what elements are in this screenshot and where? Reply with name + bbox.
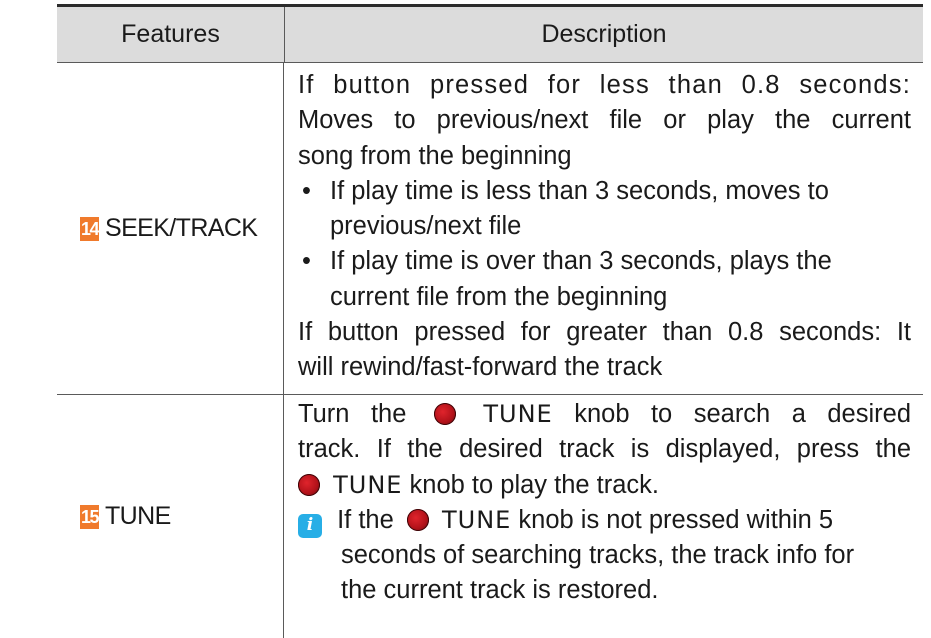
item-number-badge: 14	[80, 216, 100, 241]
bullet-item: • If play time is less than 3 seconds, m…	[298, 174, 911, 245]
feature-cell: 15 TUNE	[57, 395, 284, 638]
tune-label: TUNE	[333, 470, 403, 499]
features-table: Features Description 14 SEEK/TRACK If bu…	[57, 4, 923, 638]
header-description: Description	[541, 20, 667, 48]
description-line: If button pressed for greater than 0.8 s…	[298, 318, 911, 347]
description-line: track. If the desired track is displayed…	[298, 435, 911, 464]
description-line: If button pressed for less than 0.8 seco…	[298, 71, 911, 99]
info-icon: i	[298, 513, 322, 538]
table-header: Features Description	[57, 7, 923, 63]
description-cell: Turn the TUNE knob to search a desired t…	[284, 395, 923, 638]
item-number-badge: 15	[80, 504, 100, 529]
note-line: the current track is restored.	[341, 576, 659, 605]
feature-cell: 14 SEEK/TRACK	[57, 63, 284, 394]
description-line: TUNE knob to play the track.	[298, 468, 911, 503]
table-row: 15 TUNE Turn the TUNE knob to search a d…	[57, 395, 923, 638]
bullet-text: If play time is less than 3 seconds, mov…	[330, 176, 829, 241]
header-features: Features	[57, 7, 285, 62]
bullet-text: If play time is over than 3 seconds, pla…	[330, 247, 832, 311]
tune-knob-icon	[433, 403, 456, 425]
note-line: seconds of searching tracks, the track i…	[341, 541, 855, 570]
bullet-item: • If play time is over than 3 seconds, p…	[298, 244, 911, 315]
description-line: will rewind/fast-forward the track	[298, 353, 663, 382]
feature-name: SEEK/TRACK	[105, 214, 258, 242]
text-fragment: knob to play the track.	[409, 470, 660, 499]
text-fragment: knob is not pressed within 5	[518, 505, 834, 534]
text-fragment: If the	[337, 505, 394, 534]
description-line: Moves to previous/next file or play the …	[298, 106, 911, 135]
table-row: 14 SEEK/TRACK If button pressed for less…	[57, 63, 923, 395]
description-cell: If button pressed for less than 0.8 seco…	[284, 63, 923, 394]
bullet-dot: •	[302, 247, 311, 276]
feature-name: TUNE	[105, 502, 171, 530]
description-line: Turn the TUNE knob to search a desired	[298, 397, 911, 432]
tune-knob-icon	[298, 473, 320, 496]
bullet-dot: •	[302, 176, 311, 205]
text-fragment: Turn the	[298, 400, 407, 428]
tune-label: TUNE	[441, 505, 512, 534]
description-line: song from the beginning	[298, 141, 572, 170]
text-fragment: knob to search a desired	[574, 400, 911, 428]
tune-label: TUNE	[483, 400, 553, 428]
note-line: i If the TUNE knob is not pressed within…	[298, 503, 911, 538]
tune-knob-icon	[406, 508, 429, 531]
